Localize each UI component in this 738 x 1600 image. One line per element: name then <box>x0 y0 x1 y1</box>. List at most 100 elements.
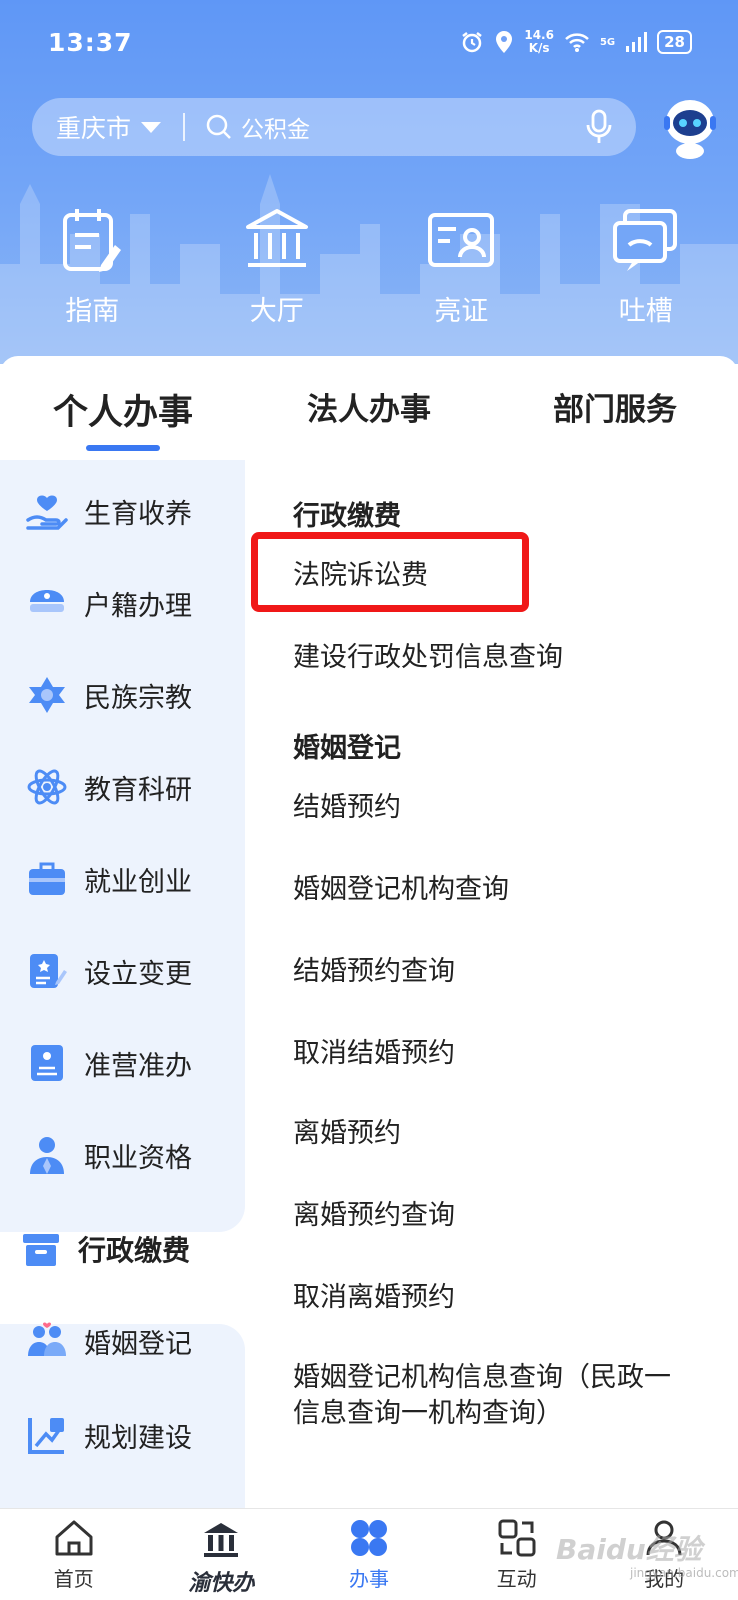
quick-action-label: 亮证 <box>434 296 489 327</box>
sidebar-item-marriage[interactable]: 婚姻登记 <box>26 1320 192 1362</box>
tab-department[interactable]: 部门服务 <box>492 356 738 460</box>
clock: 13:37 <box>48 27 133 57</box>
sidebar-panel-upper <box>0 460 245 1232</box>
watermark: Baidu经验 <box>556 1533 702 1566</box>
quick-action-hall[interactable]: 大厅 <box>185 205 370 328</box>
nav-label: 互动 <box>496 1567 537 1591</box>
sidebar-item-label: 民族宗教 <box>84 682 192 714</box>
service-divorce-appointment[interactable]: 离婚预约 <box>293 1116 401 1152</box>
brand-logo-icon <box>204 1523 239 1557</box>
interact-icon <box>498 1519 536 1557</box>
tab-corporate[interactable]: 法人办事 <box>246 356 492 460</box>
sidebar-item-label: 户籍办理 <box>84 590 192 622</box>
sidebar-item-label: 设立变更 <box>84 958 192 990</box>
sidebar-item-label: 教育科研 <box>84 774 192 806</box>
network-type: 5G <box>599 36 616 48</box>
microphone-icon[interactable] <box>586 109 612 145</box>
grid-icon <box>350 1520 387 1556</box>
quick-action-show-id[interactable]: 亮证 <box>369 205 554 328</box>
location-icon <box>496 31 513 53</box>
section-title-admin-fees: 行政缴费 <box>293 501 401 532</box>
sidebar-item-planning[interactable]: 规划建设 <box>26 1414 192 1456</box>
search-input[interactable]: 公积金 <box>205 110 586 144</box>
category-sidebar: 生育收养 户籍办理 民族宗教 教育科研 就业创业 设立变更 准营准办 职业资格 … <box>0 460 245 1510</box>
net-speed-unit: K/s <box>528 41 550 55</box>
sidebar-item-birth-adoption[interactable]: 生育收养 <box>26 490 192 532</box>
sidebar-item-establish-change[interactable]: 设立变更 <box>26 950 192 992</box>
quick-action-feedback[interactable]: 吐槽 <box>554 205 738 328</box>
document-edit-icon <box>30 954 67 988</box>
sidebar-item-education[interactable]: 教育科研 <box>26 766 192 808</box>
alarm-icon <box>462 32 483 53</box>
tab-personal[interactable]: 个人办事 <box>0 356 246 460</box>
id-card-icon <box>428 213 495 267</box>
guide-icon <box>63 209 122 272</box>
tab-label: 个人办事 <box>52 393 193 433</box>
sidebar-item-label: 准营准办 <box>84 1050 192 1082</box>
service-marriage-office-info-query[interactable]: 婚姻登记机构信息查询（民政一 信息查询一机构查询） <box>293 1360 671 1432</box>
service-marriage-office-query[interactable]: 婚姻登记机构查询 <box>293 872 509 908</box>
sidebar-item-employment[interactable]: 就业创业 <box>26 858 192 900</box>
home-icon <box>55 1520 93 1556</box>
service-list: 行政缴费 法院诉讼费 建设行政处罚信息查询 婚姻登记 结婚预约 婚姻登记机构查询… <box>245 460 738 1510</box>
city-label: 重庆市 <box>56 114 132 143</box>
sidebar-item-label: 婚姻登记 <box>84 1328 192 1360</box>
briefcase-icon <box>29 862 65 895</box>
feedback-icon <box>612 209 677 271</box>
service-construction-penalty-query[interactable]: 建设行政处罚信息查询 <box>293 640 563 676</box>
assistant-robot-icon[interactable] <box>660 96 720 160</box>
service-cancel-divorce-appointment[interactable]: 取消离婚预约 <box>293 1280 455 1316</box>
sidebar-item-label: 职业资格 <box>84 1142 192 1174</box>
service-label-line-2: 信息查询一机构查询） <box>293 1398 563 1429</box>
sidebar-item-label: 就业创业 <box>84 866 192 898</box>
nav-label: 首页 <box>53 1567 94 1591</box>
service-court-litigation-fee[interactable]: 法院诉讼费 <box>293 558 428 594</box>
sidebar-item-admin-fees[interactable]: 行政缴费 <box>20 1228 190 1270</box>
service-marriage-appointment-query[interactable]: 结婚预约查询 <box>293 954 455 990</box>
net-speed: 14.6 K/s <box>524 29 554 55</box>
watermark-url: jingyan.baidu.com <box>630 1566 738 1580</box>
hall-icon <box>245 209 308 267</box>
search-bar[interactable]: 重庆市 公积金 <box>32 98 636 156</box>
header: 13:37 14.6 K/s 5G 28 重庆市 公积金 指南 大厅 亮证 吐槽 <box>0 0 738 364</box>
status-icons: 14.6 K/s 5G 28 <box>460 29 692 55</box>
sidebar-item-ethnic-religion[interactable]: 民族宗教 <box>26 674 192 716</box>
nav-services[interactable]: 办事 <box>295 1509 443 1600</box>
sidebar-item-label: 规划建设 <box>84 1422 192 1454</box>
service-cancel-marriage-appointment[interactable]: 取消结婚预约 <box>293 1036 455 1072</box>
couple-icon <box>28 1322 66 1356</box>
caret-down-icon <box>141 121 162 133</box>
service-marriage-appointment[interactable]: 结婚预约 <box>293 790 401 826</box>
service-divorce-appointment-query[interactable]: 离婚预约查询 <box>293 1198 455 1234</box>
status-bar: 13:37 14.6 K/s 5G 28 <box>0 0 738 84</box>
quick-action-label: 大厅 <box>249 296 304 327</box>
city-selector[interactable]: 重庆市 <box>56 109 162 145</box>
nav-brand[interactable]: 渝快办 <box>148 1509 296 1600</box>
quick-action-label: 吐槽 <box>618 296 673 327</box>
section-title-marriage: 婚姻登记 <box>293 733 401 764</box>
brand-name: 渝快办 <box>188 1571 255 1596</box>
sidebar-item-label: 行政缴费 <box>78 1234 191 1267</box>
nav-label: 办事 <box>348 1567 389 1591</box>
sidebar-item-qualification[interactable]: 职业资格 <box>26 1134 192 1176</box>
service-label-line-1: 婚姻登记机构信息查询（民政一 <box>293 1362 671 1393</box>
search-icon <box>206 114 231 139</box>
atom-icon <box>27 769 67 805</box>
quick-action-guide[interactable]: 指南 <box>0 205 185 328</box>
planning-icon <box>28 1418 64 1454</box>
search-divider <box>183 113 186 141</box>
box-icon <box>23 1234 59 1266</box>
wifi-icon <box>565 33 589 52</box>
sidebar-item-business-license[interactable]: 准营准办 <box>26 1042 192 1084</box>
license-icon <box>31 1045 63 1081</box>
police-cap-icon <box>30 590 64 612</box>
quick-actions: 指南 大厅 亮证 吐槽 <box>0 205 738 328</box>
nav-home[interactable]: 首页 <box>0 1509 148 1600</box>
professional-icon <box>30 1137 64 1174</box>
search-placeholder: 公积金 <box>241 117 311 143</box>
sidebar-item-household[interactable]: 户籍办理 <box>26 582 192 624</box>
star-icon <box>29 677 65 713</box>
battery-indicator: 28 <box>657 30 692 54</box>
sidebar-item-label: 生育收养 <box>84 498 192 530</box>
hand-heart-icon <box>26 495 68 530</box>
